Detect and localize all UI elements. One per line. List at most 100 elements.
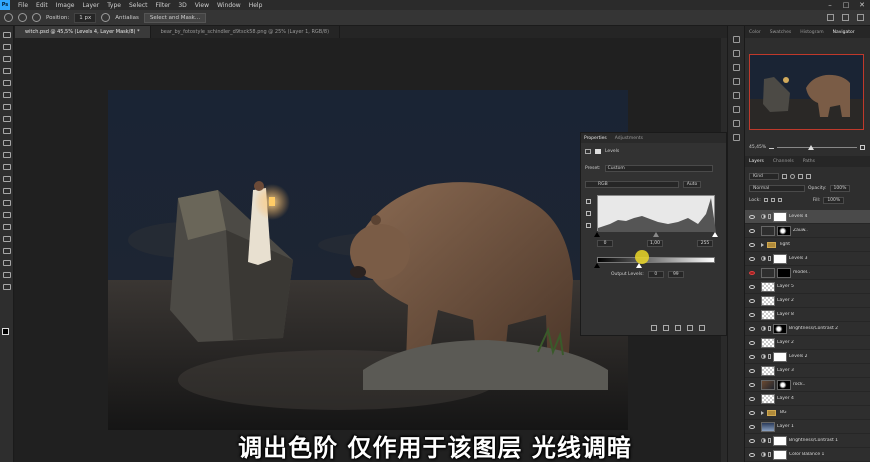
layer-thumbnail[interactable] [761, 267, 775, 278]
black-point-eyedropper-icon[interactable] [586, 199, 591, 204]
layer-mask-thumbnail[interactable] [777, 379, 791, 390]
layer-thumbnail[interactable] [761, 309, 775, 320]
fill-field[interactable]: 100% [823, 196, 845, 204]
visibility-eye-icon[interactable] [749, 214, 755, 219]
layer-thumbnail[interactable] [761, 225, 775, 236]
layer-kind-filter[interactable]: Kind [749, 172, 779, 180]
mask-icon[interactable] [595, 149, 601, 154]
layer-row[interactable]: Layer 8 [745, 308, 870, 322]
navigator-thumbnail[interactable] [749, 54, 864, 130]
layer-mask-thumbnail[interactable] [773, 253, 787, 264]
visibility-eye-icon[interactable] [749, 326, 755, 331]
tab-witch-psd[interactable]: witch.psd @ 45,5% (Levels 4, Layer Mask/… [15, 26, 151, 38]
mask-link-icon[interactable] [768, 214, 771, 219]
visibility-eye-icon[interactable] [749, 242, 755, 247]
input-gamma-slider[interactable] [653, 232, 659, 237]
visibility-eye-icon[interactable] [749, 298, 755, 303]
layer-row[interactable]: model.. [745, 266, 870, 280]
input-gamma-field[interactable]: 1,00 [647, 240, 663, 247]
frame-tool-icon[interactable] [3, 92, 11, 98]
tab-adjustments[interactable]: Adjustments [615, 136, 643, 141]
visibility-eye-icon[interactable] [749, 284, 755, 289]
layer-mask-thumbnail[interactable] [773, 351, 787, 362]
delete-icon[interactable] [699, 325, 705, 331]
paragraph-panel-icon[interactable] [733, 106, 740, 113]
selection-add-icon[interactable] [32, 13, 41, 22]
menu-image[interactable]: Image [52, 2, 79, 9]
filter-shape-icon[interactable] [806, 173, 811, 179]
layer-thumbnail[interactable] [761, 281, 775, 292]
path-select-tool-icon[interactable] [3, 236, 11, 242]
pen-tool-icon[interactable] [3, 212, 11, 218]
opacity-field[interactable]: 100% [829, 184, 851, 192]
visibility-eye-icon[interactable] [749, 228, 755, 233]
menu-filter[interactable]: Filter [152, 2, 175, 9]
libraries-panel-icon[interactable] [733, 120, 740, 127]
tab-channels[interactable]: Channels [773, 159, 794, 164]
mask-link-icon[interactable] [768, 256, 771, 261]
menu-layer[interactable]: Layer [78, 2, 103, 9]
blend-mode-select[interactable]: Normal [749, 184, 805, 192]
layer-mask-thumbnail[interactable] [773, 323, 787, 334]
layer-mask-thumbnail[interactable] [773, 211, 787, 222]
brush-tool-icon[interactable] [3, 128, 11, 134]
layer-row[interactable]: Layer 5 [745, 280, 870, 294]
layer-row[interactable]: Brightness/Contrast 2 [745, 322, 870, 336]
gradient-tool-icon[interactable] [3, 176, 11, 182]
input-black-field[interactable]: 0 [597, 240, 613, 247]
lasso-tool-icon[interactable] [4, 13, 13, 22]
hand-tool-icon[interactable] [3, 260, 11, 266]
eraser-tool-icon[interactable] [3, 164, 11, 170]
mask-link-icon[interactable] [768, 326, 771, 331]
tab-color[interactable]: Color [749, 30, 761, 35]
menu-file[interactable]: File [14, 2, 32, 9]
workspace-icon[interactable] [842, 14, 849, 21]
healing-brush-tool-icon[interactable] [3, 116, 11, 122]
character-panel-icon[interactable] [733, 92, 740, 99]
history-brush-tool-icon[interactable] [3, 152, 11, 158]
document-canvas[interactable] [108, 90, 628, 430]
menu-select[interactable]: Select [125, 2, 152, 9]
auto-button[interactable]: Auto [683, 181, 701, 188]
selection-mode-icon[interactable] [18, 13, 27, 22]
filter-adjustment-icon[interactable] [790, 173, 795, 179]
input-white-field[interactable]: 255 [697, 240, 713, 247]
visibility-eye-icon[interactable] [749, 312, 755, 317]
visibility-eye-icon[interactable] [749, 382, 755, 387]
minimize-icon[interactable]: – [822, 0, 838, 10]
visibility-eye-icon[interactable] [749, 396, 755, 401]
zoom-slider-knob[interactable] [807, 144, 814, 150]
layer-row[interactable]: Zauw.. [745, 224, 870, 238]
layer-thumbnail[interactable] [761, 379, 775, 390]
layer-row[interactable]: Layer 2 [745, 294, 870, 308]
maximize-icon[interactable]: □ [838, 0, 854, 10]
clone-stamp-tool-icon[interactable] [3, 140, 11, 146]
reset-icon[interactable] [675, 325, 681, 331]
tab-swatches[interactable]: Swatches [770, 30, 792, 35]
expand-arrow-icon[interactable] [761, 410, 764, 415]
layer-row[interactable]: rock.. [745, 378, 870, 392]
layer-row[interactable]: Levels 2 [745, 350, 870, 364]
mask-link-icon[interactable] [768, 354, 771, 359]
move-tool-icon[interactable] [3, 32, 11, 38]
visibility-eye-icon[interactable] [749, 354, 755, 359]
brush-panel-icon[interactable] [733, 134, 740, 141]
blur-tool-icon[interactable] [3, 188, 11, 194]
properties-panel-icon[interactable] [733, 64, 740, 71]
visibility-icon[interactable] [687, 325, 693, 331]
shape-tool-icon[interactable] [3, 248, 11, 254]
actions-panel-icon[interactable] [733, 50, 740, 57]
menu-edit[interactable]: Edit [32, 2, 52, 9]
crop-tool-icon[interactable] [3, 80, 11, 86]
expand-arrow-icon[interactable] [761, 242, 764, 247]
tab-paths[interactable]: Paths [803, 159, 815, 164]
tab-navigator[interactable]: Navigator [833, 30, 855, 35]
lock-position-icon[interactable] [770, 198, 775, 202]
visibility-eye-icon[interactable] [749, 270, 755, 275]
zoom-slider[interactable] [777, 144, 857, 150]
visibility-eye-icon[interactable] [749, 368, 755, 373]
tab-layers[interactable]: Layers [749, 159, 764, 164]
tab-properties[interactable]: Properties [584, 136, 607, 141]
position-input[interactable]: 1 px [74, 12, 97, 23]
tab-bear-png[interactable]: bear_by_fotostyle_schindler_d9tsck58.png… [151, 26, 341, 38]
